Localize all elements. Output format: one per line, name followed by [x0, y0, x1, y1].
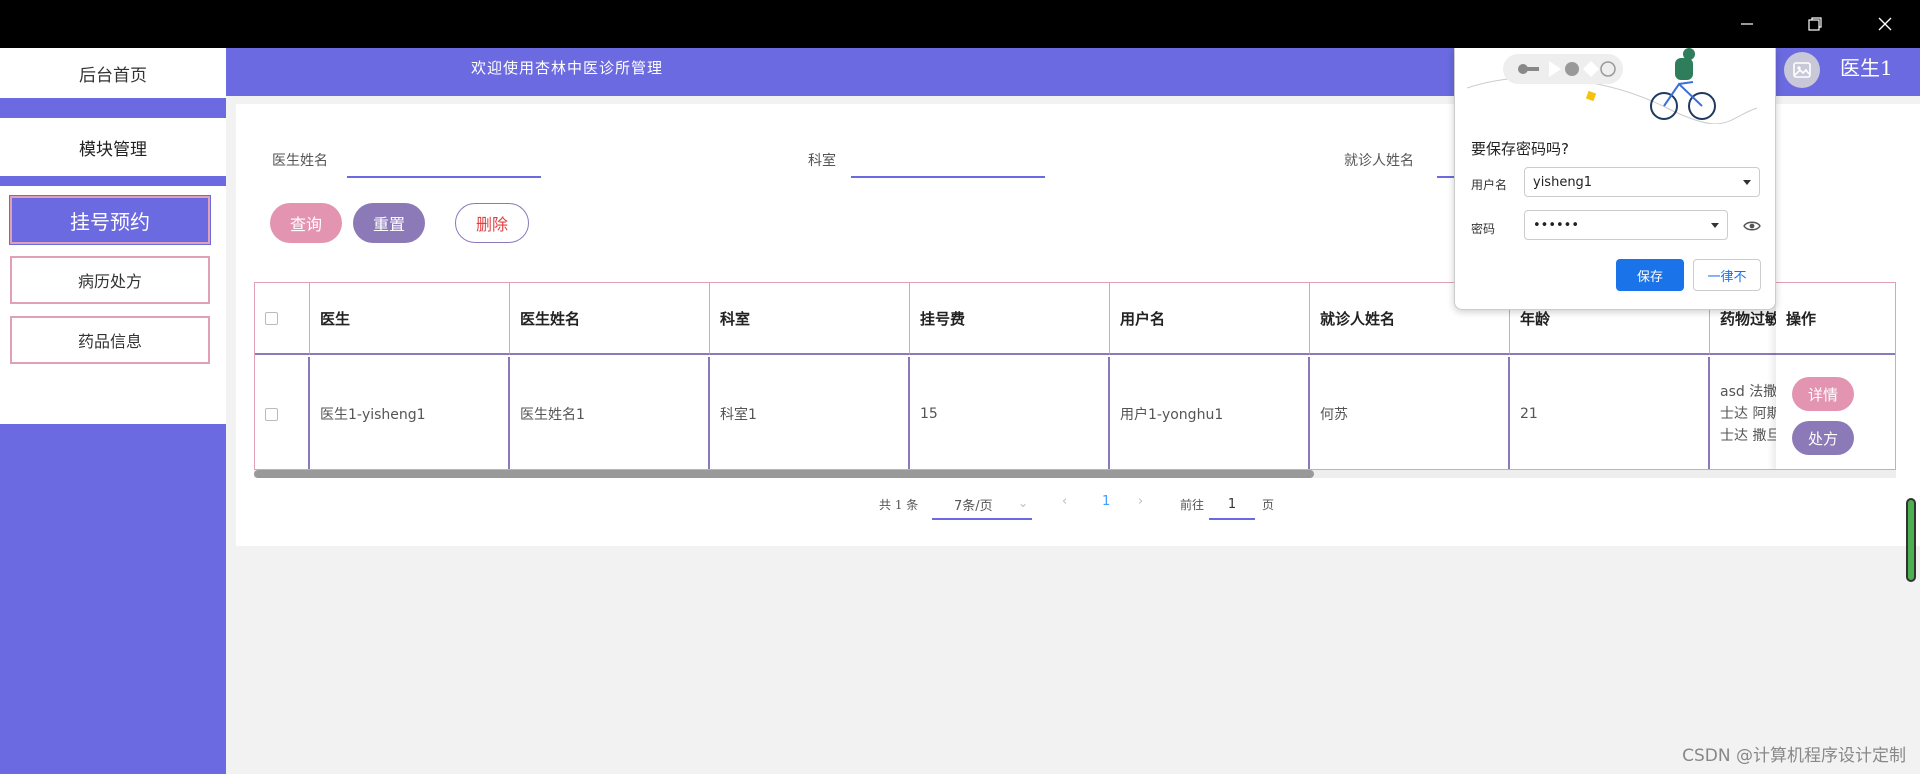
select-all-cell [255, 283, 310, 355]
row-checkbox[interactable] [265, 407, 278, 421]
eye-icon[interactable] [1743, 220, 1761, 232]
goto-page-input[interactable]: 1 [1209, 490, 1255, 520]
delete-button[interactable]: 删除 [455, 203, 529, 243]
page-number[interactable]: 1 [1102, 494, 1110, 509]
column-header[interactable]: 医生姓名 [510, 283, 710, 355]
query-button[interactable]: 查询 [270, 203, 342, 243]
sidebar-home[interactable]: 后台首页 [0, 48, 226, 98]
table-cell: 21 [1510, 357, 1710, 469]
table-cell: 用户1-yonghu1 [1110, 357, 1310, 469]
table-horizontal-scrollbar[interactable] [254, 470, 1896, 478]
sidebar-item-appointment[interactable]: 挂号预约 [9, 195, 211, 245]
password-value: •••••• [1533, 217, 1580, 233]
allergy-line: asd 法撒 [1720, 384, 1778, 400]
table-cell: 15 [910, 357, 1110, 469]
reset-button[interactable]: 重置 [353, 203, 425, 243]
prev-page-icon[interactable]: ‹ [1062, 494, 1067, 509]
department-input[interactable] [851, 176, 1045, 178]
pagination-total: 共 1 条 [879, 498, 919, 512]
save-password-button[interactable]: 保存 [1616, 259, 1684, 291]
scrollbar-thumb[interactable] [254, 470, 1314, 478]
goto-label: 前往 [1180, 498, 1205, 512]
table-cell: 科室1 [710, 357, 910, 469]
close-icon[interactable] [1850, 0, 1920, 48]
sidebar-item-medical-records[interactable]: 病历处方 [10, 256, 210, 304]
username-value: yisheng1 [1533, 174, 1593, 190]
chevron-down-icon: ⌄ [1017, 496, 1028, 510]
allergy-line: 士达 阿斯 [1720, 406, 1781, 422]
restore-icon[interactable] [1780, 0, 1850, 48]
column-header[interactable]: 用户名 [1110, 283, 1310, 355]
username-label: 用户名 [1471, 178, 1508, 192]
password-select[interactable]: •••••• [1524, 210, 1728, 240]
select-all-checkbox[interactable] [265, 311, 278, 325]
username-select[interactable]: yisheng1 [1524, 167, 1760, 197]
page-unit-label: 页 [1262, 498, 1275, 512]
password-label: 密码 [1471, 222, 1496, 236]
operation-column: 操作 详情 处方 [1776, 283, 1895, 469]
illustration-icon [1467, 48, 1758, 124]
avatar[interactable] [1784, 52, 1820, 88]
sidebar-module-management[interactable]: 模块管理 [0, 118, 226, 176]
watermark: CSDN @计算机程序设计定制 [1682, 746, 1906, 766]
row-select-cell [255, 357, 310, 469]
detail-button[interactable]: 详情 [1792, 377, 1854, 411]
window-titlebar [0, 0, 1920, 48]
column-header[interactable]: 科室 [710, 283, 910, 355]
sidebar: 后台首页 模块管理 挂号预约 病历处方 药品信息 [0, 48, 226, 774]
welcome-text: 欢迎使用杏林中医诊所管理 [471, 59, 664, 77]
column-header[interactable]: 挂号费 [910, 283, 1110, 355]
column-header: 操作 [1776, 283, 1895, 355]
doctor-name-label: 医生姓名 [272, 153, 328, 169]
minimize-icon[interactable] [1712, 0, 1782, 48]
doctor-name-input[interactable] [347, 176, 541, 178]
table-cell: 医生姓名1 [510, 357, 710, 469]
allergy-line: 士达 撒旦 [1720, 428, 1781, 444]
department-label: 科室 [808, 153, 836, 169]
save-password-popup: 要保存密码吗? 用户名 yisheng1 密码 •••••• 保存 一律不 [1454, 48, 1776, 310]
sidebar-menu: 挂号预约 病历处方 药品信息 [0, 186, 226, 424]
table-cell: 何苏 [1310, 357, 1510, 469]
next-page-icon[interactable]: › [1138, 494, 1143, 509]
caret-down-icon [1711, 223, 1719, 228]
caret-down-icon [1743, 180, 1751, 185]
page-size-select[interactable]: 7条/页 ⌄ [932, 490, 1032, 520]
popup-title: 要保存密码吗? [1471, 140, 1569, 158]
page-size-value: 7条/页 [954, 498, 993, 514]
prescription-button[interactable]: 处方 [1792, 421, 1854, 455]
sidebar-item-label: 病历处方 [77, 272, 142, 291]
image-icon [1793, 62, 1811, 78]
table-cell: 医生1-yisheng1 [310, 357, 510, 469]
sidebar-item-label: 挂号预约 [70, 209, 150, 234]
page-vertical-scrollbar[interactable] [1906, 498, 1916, 582]
sidebar-item-label: 药品信息 [77, 332, 142, 351]
column-header[interactable]: 医生 [310, 283, 510, 355]
user-name[interactable]: 医生1 [1840, 48, 1893, 88]
never-save-button[interactable]: 一律不 [1693, 259, 1761, 291]
patient-name-label: 就诊人姓名 [1344, 153, 1414, 169]
sidebar-item-drug-info[interactable]: 药品信息 [10, 316, 210, 364]
data-table: 医生 医生姓名 科室 挂号费 用户名 就诊人姓名 年龄 药物过敏 医生1-yis… [254, 282, 1896, 470]
